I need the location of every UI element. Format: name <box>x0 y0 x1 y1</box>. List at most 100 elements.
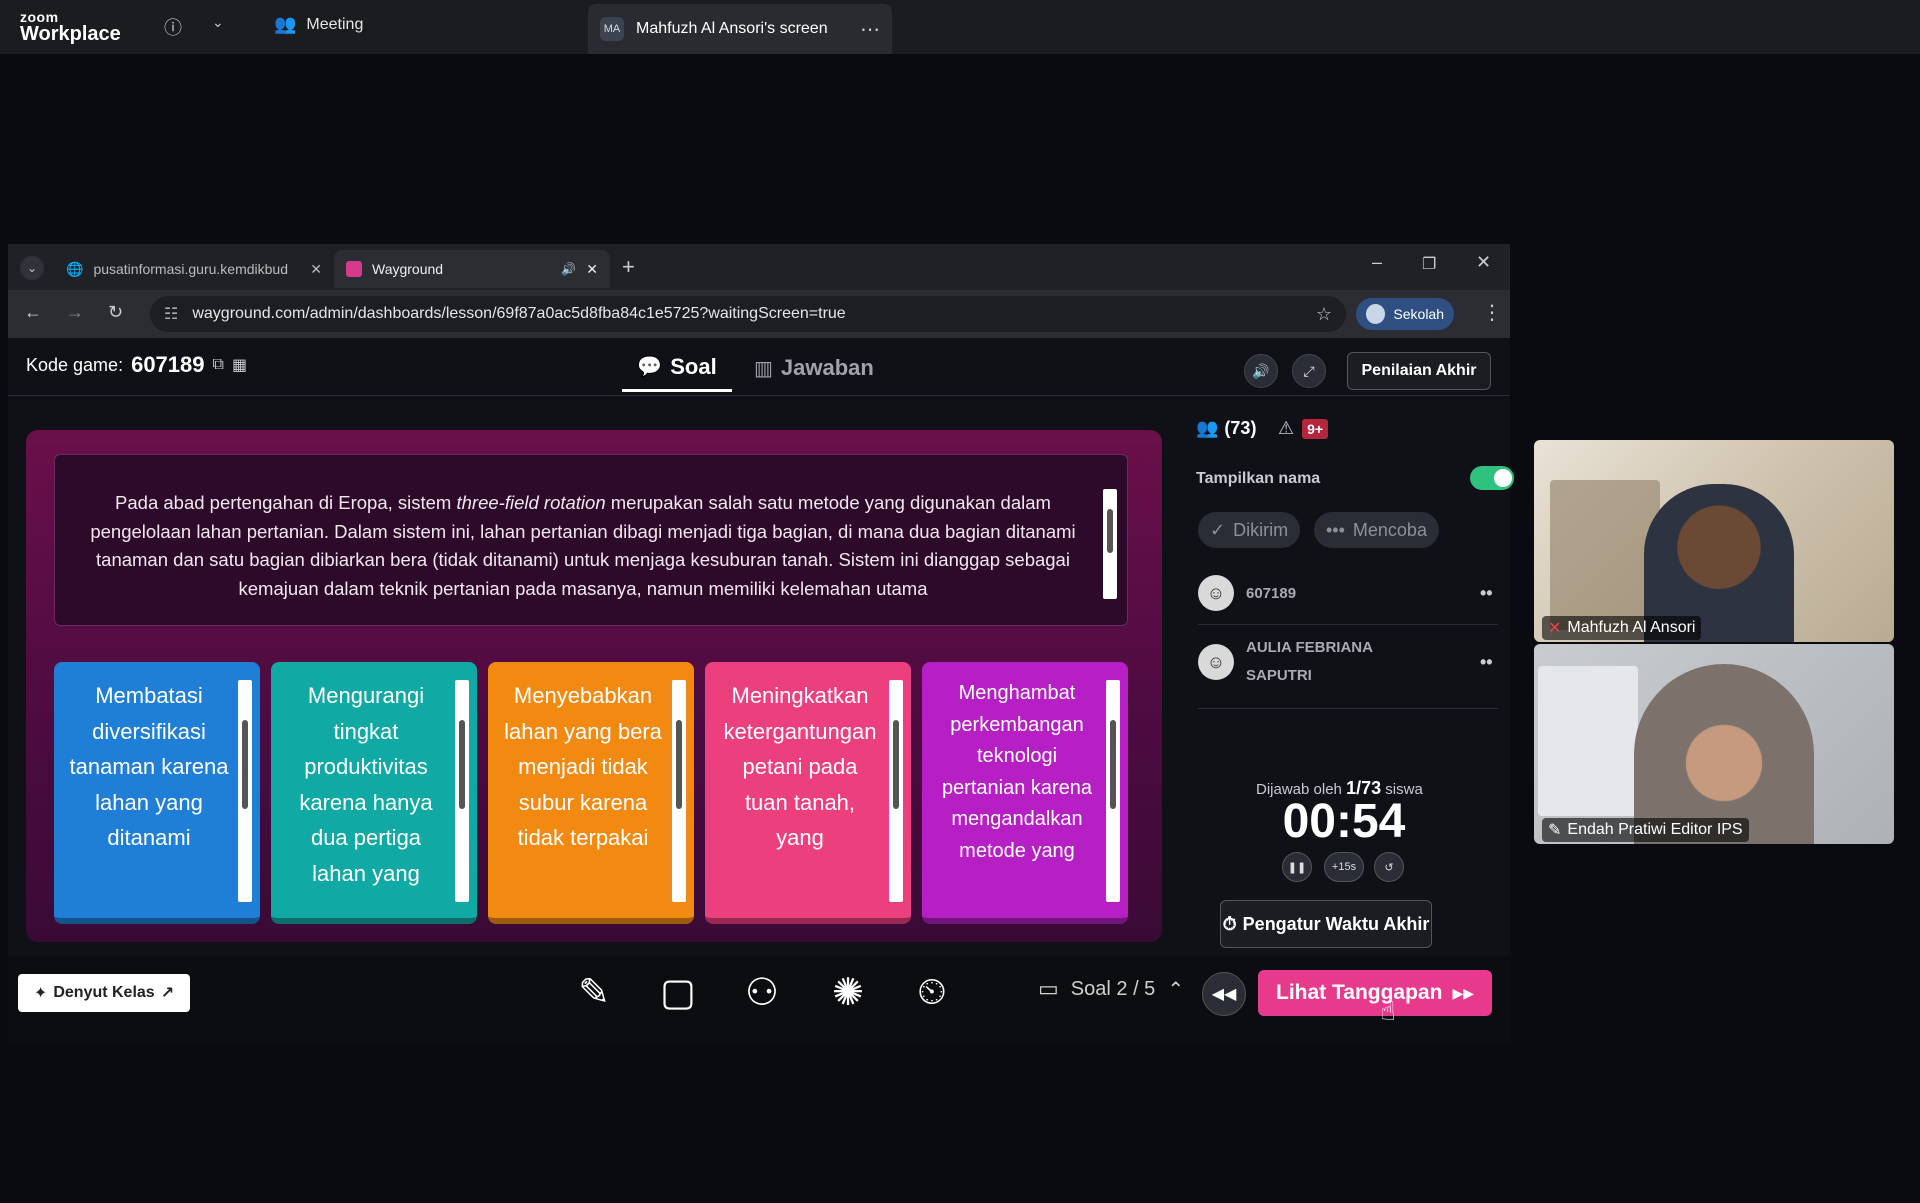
tab-strip: ⌄ 🌐 pusatinformasi.guru.kemdikbud ✕ Wayg… <box>8 244 1510 290</box>
tab-search-icon[interactable]: ⌄ <box>20 256 44 280</box>
shared-screen-tab[interactable]: MA Mahfuzh Al Ansori's screen ⋯ <box>588 4 892 54</box>
question-scrollbar[interactable] <box>1103 489 1117 599</box>
people-icon: 👥 <box>1196 418 1219 438</box>
option-scrollbar[interactable] <box>238 680 252 902</box>
browser-menu-icon[interactable]: ⋮ <box>1482 300 1502 325</box>
option-scrollbar[interactable] <box>1106 680 1120 902</box>
filter-mencoba-label: Mencoba <box>1352 519 1427 540</box>
pause-button[interactable]: ❚❚ <box>1282 852 1312 882</box>
teacher-tool-button[interactable]: ⚇ <box>736 966 788 1018</box>
reset-icon: ↺ <box>1384 861 1394 874</box>
reload-icon[interactable]: ↻ <box>108 302 123 323</box>
video-name: Mahfuzh Al Ansori <box>1567 619 1696 636</box>
pause-icon: ❚❚ <box>1287 861 1307 874</box>
pengatur-waktu-akhir-button[interactable]: ⏱ Pengatur Waktu Akhir <box>1220 900 1432 948</box>
penilaian-akhir-button[interactable]: Penilaian Akhir <box>1347 352 1491 390</box>
lihat-tanggapan-button[interactable]: Lihat Tanggapan ▶▶ <box>1258 970 1492 1016</box>
fullscreen-button[interactable]: ⤢ <box>1292 354 1326 388</box>
url-field[interactable]: ☷ wayground.com/admin/dashboards/lesson/… <box>150 296 1346 332</box>
player-row[interactable]: ☺ AULIA FEBRIANA SAPUTRI •• <box>1198 632 1498 692</box>
denyut-kelas-button[interactable]: ✦ Denyut Kelas ↗ <box>18 974 190 1012</box>
info-icon[interactable]: ⓘ <box>164 14 182 40</box>
question-text: Pada abad pertengahan di Eropa, sistem t… <box>90 492 1076 599</box>
option-card-3: Menyebabkan lahan yang bera menjadi tida… <box>488 662 694 924</box>
question-bubble-icon: 💬 <box>637 356 663 378</box>
player-avatar-icon: ☺ <box>1198 575 1234 611</box>
spinner-tool-button[interactable]: ✺ <box>822 966 874 1018</box>
browser-tab-pusatinformasi[interactable]: 🌐 pusatinformasi.guru.kemdikbud ✕ <box>54 250 334 288</box>
whiteboard-tool-button[interactable]: ▢ <box>652 966 704 1018</box>
option-scrollbar[interactable] <box>672 680 686 902</box>
previous-question-button[interactable]: ◀◀ <box>1202 972 1246 1016</box>
bar-chart-icon: ▥ <box>754 357 773 380</box>
video-tile-endah[interactable]: ✎ Endah Pratiwi Editor IPS <box>1534 644 1894 844</box>
option-card-2: Mengurangi tingkat produktivitas karena … <box>271 662 477 924</box>
reset-timer-button[interactable]: ↺ <box>1374 852 1404 882</box>
qr-code-icon[interactable]: ▦ <box>232 355 247 375</box>
tab-soal[interactable]: 💬 Soal <box>622 344 732 392</box>
close-tab-icon[interactable]: ✕ <box>586 261 598 278</box>
globe-icon: 🌐 <box>66 260 84 277</box>
player-name: 607189 <box>1246 584 1297 602</box>
toggle-knob <box>1494 469 1512 487</box>
zoom-logo-line2: Workplace <box>20 23 121 45</box>
tab-jawaban[interactable]: ▥ Jawaban <box>754 344 874 392</box>
site-info-icon[interactable]: ☷ <box>164 304 178 324</box>
restore-icon[interactable]: ❐ <box>1422 254 1436 274</box>
meeting-label: Meeting <box>306 15 364 33</box>
shared-screen-label: Mahfuzh Al Ansori's screen <box>636 20 828 37</box>
speaker-icon: 🔊 <box>1252 362 1270 379</box>
tab-soal-label: Soal <box>670 353 717 379</box>
new-tab-icon[interactable]: + <box>622 254 635 280</box>
player-status-icon: •• <box>1480 651 1493 672</box>
alerts-indicator[interactable]: ⚠ 9+ <box>1278 418 1329 439</box>
option-scrollbar[interactable] <box>455 680 469 902</box>
filter-dikirim[interactable]: ✓ Dikirim <box>1198 512 1301 548</box>
sound-button[interactable]: 🔊 <box>1244 354 1278 388</box>
chevron-up-icon: ⌃ <box>1167 978 1185 1001</box>
more-options-icon[interactable]: ⋯ <box>860 17 880 42</box>
option-card-1: Membatasi diversifikasi tanaman karena l… <box>54 662 260 924</box>
profile-avatar-icon <box>1366 304 1386 324</box>
close-window-icon[interactable]: ✕ <box>1476 252 1491 273</box>
browser-tab-wayground[interactable]: Wayground 🔊 ✕ <box>334 250 610 288</box>
warning-icon: ⚠ <box>1278 418 1295 438</box>
rewind-icon: ◀◀ <box>1211 986 1237 1003</box>
back-icon[interactable]: ← <box>24 302 42 323</box>
minimize-icon[interactable]: – <box>1372 252 1382 273</box>
wayground-page: Kode game: 607189 ⧉ ▦ 💬 Soal ▥ Jawaban 🔊… <box>8 338 1514 1044</box>
expand-icon: ⤢ <box>1303 362 1315 379</box>
option-text: Meningkatkan ketergantungan petani pada … <box>723 683 877 850</box>
game-code-label: Kode game: <box>26 354 124 375</box>
participant-count[interactable]: 👥 (73) <box>1196 418 1256 439</box>
denyut-label: Denyut Kelas <box>53 984 155 1001</box>
video-tile-mahfuzh[interactable]: ✕ Mahfuzh Al Ansori <box>1534 440 1894 642</box>
alerts-badge: 9+ <box>1302 418 1329 439</box>
copy-icon[interactable]: ⧉ <box>213 356 224 374</box>
close-tab-icon[interactable]: ✕ <box>310 261 322 278</box>
tab-label: Wayground <box>372 261 444 277</box>
pen-icon: ✎ <box>578 971 610 1014</box>
forward-icon[interactable]: → <box>66 302 84 323</box>
game-code: Kode game: 607189 ⧉ ▦ <box>26 352 247 378</box>
zoom-logo: zoom Workplace <box>20 10 121 44</box>
tampilkan-nama-toggle[interactable] <box>1470 466 1514 490</box>
player-row[interactable]: ☺ 607189 •• <box>1198 568 1498 618</box>
profile-button[interactable]: Sekolah <box>1356 298 1454 330</box>
speaker-icon[interactable]: 🔊 <box>561 262 576 276</box>
poster-background <box>1538 666 1638 816</box>
meeting-menu[interactable]: 👥 Meeting <box>274 14 363 35</box>
filter-mencoba[interactable]: ••• Mencoba <box>1314 512 1439 548</box>
soal-counter: Soal 2 / 5 <box>1070 977 1156 1000</box>
add-15s-button[interactable]: +15s <box>1324 852 1364 882</box>
option-scrollbar[interactable] <box>889 680 903 902</box>
chevron-down-icon[interactable]: ⌄ <box>212 14 224 31</box>
zoom-top-bar: zoom Workplace ⓘ ⌄ 👥 Meeting MA Mahfuzh … <box>0 0 1920 54</box>
option-text: Membatasi diversifikasi tanaman karena l… <box>69 683 229 850</box>
bookmark-star-icon[interactable]: ☆ <box>1316 304 1332 325</box>
wayground-favicon-icon <box>346 261 362 277</box>
whiteboard-icon: ▢ <box>660 971 696 1014</box>
timer-tool-button[interactable]: ⏲ <box>906 966 958 1018</box>
annotate-tool-button[interactable]: ✎ <box>568 966 620 1018</box>
question-navigator[interactable]: ▭ Soal 2 / 5 ⌃ <box>1038 976 1184 1002</box>
